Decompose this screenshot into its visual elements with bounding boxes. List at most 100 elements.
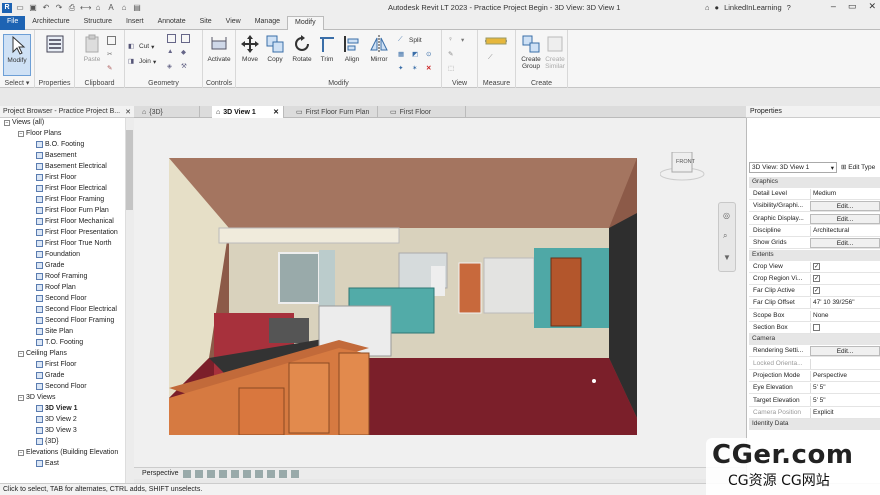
property-value[interactable]: Perspective	[810, 370, 880, 381]
view-tab-first-floor-furn-plan[interactable]: ▭ First Floor Furn Plan	[292, 106, 378, 118]
save-icon[interactable]: ▣	[28, 3, 38, 13]
modify-tools-row2[interactable]: ▦ ◩ ⊙	[398, 50, 435, 59]
property-value[interactable]: 47' 10 39/256"	[810, 298, 880, 309]
help-icon[interactable]: ?	[787, 3, 791, 12]
view-tools-row3[interactable]: ⬚	[448, 64, 457, 73]
tree-item-floor-plan[interactable]: First Floor Furn Plan	[36, 207, 109, 214]
tree-item-floor-plan[interactable]: B.O. Footing	[36, 141, 84, 148]
tree-item-ceiling-plan[interactable]: Second Floor	[36, 383, 87, 390]
render-icon[interactable]	[230, 469, 239, 478]
checkbox[interactable]: ✓	[813, 287, 820, 295]
geometry-tools-row3[interactable]: ◈ ⚒	[167, 62, 190, 71]
tree-item-floor-plan[interactable]: Basement Electrical	[36, 163, 107, 170]
property-value[interactable]: 5' 5"	[810, 395, 880, 406]
tree-ceiling-plans[interactable]: − Ceiling Plans	[18, 350, 67, 357]
tree-item-floor-plan[interactable]: Second Floor Framing	[36, 317, 114, 324]
reveal-hidden-icon[interactable]	[290, 469, 299, 478]
tree-item-floor-plan[interactable]: Site Plan	[36, 328, 73, 335]
tree-item-ceiling-plan[interactable]: Grade	[36, 372, 64, 379]
view-tools-row1[interactable]: ♀ ▾	[448, 36, 470, 45]
tree-item-elevation[interactable]: East	[36, 460, 59, 467]
tree-item-floor-plan[interactable]: First Floor Mechanical	[36, 218, 114, 225]
edit-button[interactable]: Edit...	[810, 213, 880, 224]
collapse-icon[interactable]: −	[18, 130, 24, 137]
geometry-tools-row2[interactable]: ▲ ◆	[167, 48, 190, 57]
join-button[interactable]: ◨ Join ▾	[128, 57, 156, 66]
tree-root[interactable]: − Views (all)	[4, 119, 44, 126]
tab-structure[interactable]: Structure	[77, 16, 119, 30]
properties-button[interactable]	[41, 34, 69, 56]
undo-icon[interactable]: ↶	[41, 3, 51, 13]
view-tab-3d[interactable]: ⌂ {3D}	[138, 106, 200, 118]
view-tab-3d-view-1[interactable]: ⌂ 3D View 1 ✕	[212, 106, 284, 118]
checkbox[interactable]: ✓	[813, 274, 820, 282]
group-camera[interactable]: Camera	[749, 334, 880, 346]
tree-item-floor-plan[interactable]: Roof Framing	[36, 273, 87, 280]
steering-wheel-icon[interactable]: ◎	[723, 211, 730, 220]
tab-manage[interactable]: Manage	[248, 16, 287, 30]
switch-windows-icon[interactable]: ▤	[132, 3, 142, 13]
tree-item-floor-plan[interactable]: First Floor Framing	[36, 196, 104, 203]
project-browser-header[interactable]: Project Browser - Practice Project B... ✕	[0, 106, 134, 118]
edit-type-button[interactable]: ⊞ Edit Type	[839, 162, 880, 173]
paste-button[interactable]: Paste	[78, 34, 106, 63]
3d-model-view[interactable]	[169, 158, 637, 435]
property-value[interactable]	[810, 323, 880, 333]
tree-floor-plans[interactable]: − Floor Plans	[18, 130, 61, 137]
edit-button[interactable]: Edit...	[810, 346, 880, 357]
select-label[interactable]: Select ▾	[0, 79, 34, 87]
tree-item-ceiling-plan[interactable]: First Floor	[36, 361, 77, 368]
3d-view-icon[interactable]: ⌂	[119, 3, 129, 13]
tag-icon[interactable]: ⌂	[93, 3, 103, 13]
mirror-button[interactable]: Mirror	[365, 34, 393, 63]
projection-mode[interactable]: Perspective	[142, 470, 179, 477]
create-similar-button[interactable]: Create Similar	[541, 34, 569, 70]
cut-geometry-button[interactable]: ◧ Cut ▾	[128, 42, 154, 51]
cart-icon[interactable]: ⌂	[705, 3, 710, 12]
edit-button[interactable]: Edit...	[810, 238, 880, 249]
visual-style-icon[interactable]	[194, 469, 203, 478]
view-tools-row2[interactable]: ✎	[448, 50, 457, 59]
type-selector[interactable]: 3D View: 3D View 1 ▾	[749, 162, 837, 173]
tree-item-3d-view[interactable]: 3D View 3	[36, 427, 77, 434]
align-button[interactable]: Align	[338, 34, 366, 63]
show-crop-icon[interactable]	[254, 469, 263, 478]
collapse-icon[interactable]: −	[18, 449, 24, 456]
tree-item-3d-view[interactable]: 3D View 2	[36, 416, 77, 423]
tree-item-3d-view[interactable]: 3D View 1	[36, 405, 78, 412]
property-value[interactable]: ✓	[810, 273, 880, 284]
detail-level-icon[interactable]	[182, 469, 191, 478]
collapse-icon[interactable]: −	[18, 350, 24, 357]
property-value[interactable]: ✓	[810, 286, 880, 297]
redo-icon[interactable]: ↷	[54, 3, 64, 13]
text-icon[interactable]: A	[106, 3, 116, 13]
activate-button[interactable]: Activate	[205, 34, 233, 63]
tree-item-floor-plan[interactable]: First Floor	[36, 174, 77, 181]
tab-site[interactable]: Site	[193, 16, 219, 30]
properties-header[interactable]: Properties	[746, 106, 880, 118]
tab-annotate[interactable]: Annotate	[151, 16, 193, 30]
minimize-icon[interactable]: –	[831, 1, 836, 12]
property-value[interactable]: Medium	[810, 189, 880, 199]
trim-button[interactable]: Trim	[313, 34, 341, 63]
tree-item-floor-plan[interactable]: First Floor True North	[36, 240, 112, 247]
modify-tools-row3[interactable]: ✦ ✶ ✕	[398, 64, 435, 73]
tree-item-3d-view[interactable]: {3D}	[36, 438, 59, 445]
close-icon[interactable]: ✕	[868, 1, 876, 12]
close-icon[interactable]: ✕	[273, 108, 279, 116]
crop-view-icon[interactable]	[242, 469, 251, 478]
sun-path-icon[interactable]	[206, 469, 215, 478]
tab-view[interactable]: View	[219, 16, 248, 30]
user-icon[interactable]: ●	[715, 3, 720, 12]
tree-item-floor-plan[interactable]: T.O. Footing	[36, 339, 83, 346]
tree-item-floor-plan[interactable]: Second Floor Electrical	[36, 306, 117, 313]
revit-logo-icon[interactable]: R	[2, 3, 12, 13]
tree-item-floor-plan[interactable]: Foundation	[36, 251, 80, 258]
tree-item-floor-plan[interactable]: Grade	[36, 262, 64, 269]
view-tab-first-floor[interactable]: ▭ First Floor	[386, 106, 466, 118]
tab-file[interactable]: File	[0, 16, 26, 30]
match-type-icon[interactable]: ✎	[107, 64, 116, 73]
shadows-icon[interactable]	[218, 469, 227, 478]
tree-elevations[interactable]: − Elevations (Building Elevation	[18, 449, 118, 456]
tree-3d-views[interactable]: −3D Views	[18, 394, 55, 401]
